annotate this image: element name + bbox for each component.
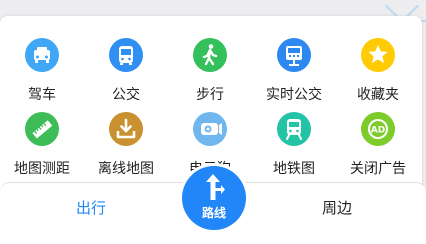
ad-close-icon: AD xyxy=(361,112,395,146)
realtime-bus-icon xyxy=(277,38,311,72)
tool-label: 实时公交 xyxy=(266,87,322,103)
star-icon xyxy=(361,38,395,72)
subway-icon xyxy=(277,112,311,146)
route-arrow-icon xyxy=(206,174,225,200)
route-button[interactable]: 路线 xyxy=(182,166,246,230)
tool-map-ruler[interactable]: 地图测距 xyxy=(0,112,84,182)
tool-label: 离线地图 xyxy=(98,161,154,177)
tool-label: 公交 xyxy=(112,87,140,103)
tool-subway-map[interactable]: 地铁图 xyxy=(252,112,336,182)
tool-bus[interactable]: 公交 xyxy=(84,38,168,108)
tool-realtime-bus[interactable]: 实时公交 xyxy=(252,38,336,108)
ruler-icon xyxy=(25,112,59,146)
tab-nearby[interactable]: 周边 xyxy=(282,197,392,218)
route-button-label: 路线 xyxy=(201,206,226,220)
tool-label: 关闭广告 xyxy=(350,161,406,177)
tool-label: 地图测距 xyxy=(14,161,70,177)
download-icon xyxy=(109,112,143,146)
tab-travel[interactable]: 出行 xyxy=(36,197,146,218)
tool-walking[interactable]: 步行 xyxy=(168,38,252,108)
camera-icon xyxy=(193,112,227,146)
car-icon xyxy=(25,38,59,72)
walk-icon xyxy=(193,38,227,72)
tool-close-ads[interactable]: AD 关闭广告 xyxy=(336,112,420,182)
tool-label: 地铁图 xyxy=(273,161,315,177)
tool-offline-map[interactable]: 离线地图 xyxy=(84,112,168,182)
tool-label: 驾车 xyxy=(28,87,56,103)
tool-label: 收藏夹 xyxy=(357,87,399,103)
tool-driving[interactable]: 驾车 xyxy=(0,38,84,108)
tool-favorites[interactable]: 收藏夹 xyxy=(336,38,420,108)
tool-label: 步行 xyxy=(196,87,224,103)
bus-icon xyxy=(109,38,143,72)
svg-text:AD: AD xyxy=(371,126,385,136)
